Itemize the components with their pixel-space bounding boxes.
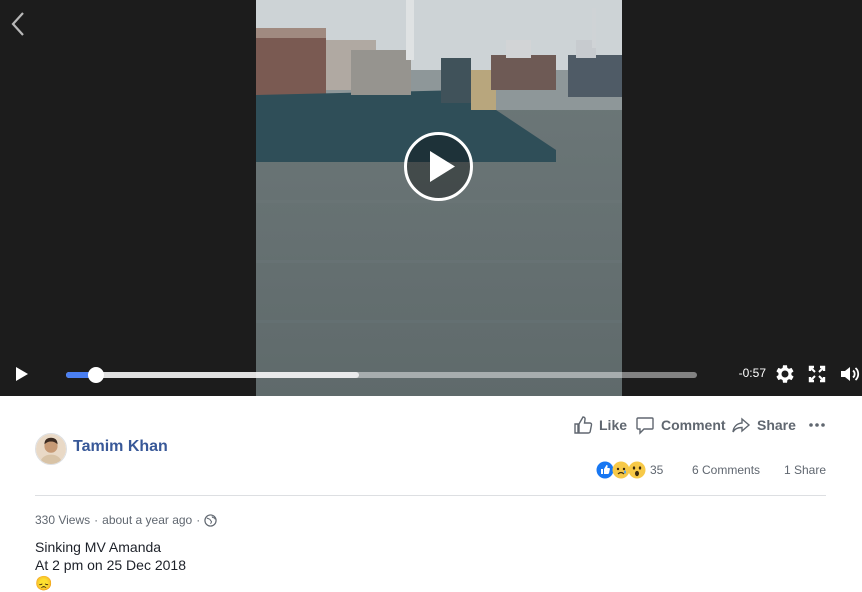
wow-reaction-icon	[628, 461, 646, 479]
comment-button[interactable]: Comment	[635, 413, 726, 437]
post-meta: 330 Views · about a year ago ·	[35, 513, 217, 527]
volume-icon[interactable]	[838, 362, 862, 386]
like-label: Like	[599, 417, 628, 433]
ellipsis-icon	[809, 423, 825, 427]
reactions-count: 35	[650, 463, 664, 477]
more-dots-icon[interactable]	[807, 413, 833, 437]
like-button[interactable]: Like	[573, 413, 627, 437]
video-player[interactable]: -0:57	[0, 0, 862, 396]
comment-icon	[636, 417, 654, 435]
share-label: Share	[757, 417, 796, 433]
thumbs-up-icon	[574, 416, 593, 434]
chevron-left-icon[interactable]	[8, 10, 28, 38]
play-icon[interactable]	[10, 363, 32, 385]
buffered-bar	[66, 372, 360, 378]
progress-bar[interactable]	[66, 367, 697, 383]
meta-separator: ·	[196, 513, 201, 527]
description-line-1: Sinking MV Amanda	[35, 539, 162, 555]
gear-icon[interactable]	[773, 362, 797, 386]
post-description: Sinking MV Amanda At 2 pm on 25 Dec 2018…	[35, 538, 186, 592]
description-line-2: At 2 pm on 25 Dec 2018	[35, 557, 186, 573]
player-controls: -0:57	[0, 355, 862, 393]
avatar[interactable]	[35, 433, 67, 465]
time-remaining: -0:57	[738, 366, 766, 380]
reactions-summary[interactable]: 35	[596, 459, 663, 481]
divider	[35, 495, 826, 496]
meta-separator: ·	[94, 513, 99, 527]
author-name[interactable]: Tamim Khan	[73, 438, 168, 456]
progress-scrubber[interactable]	[88, 367, 105, 383]
share-arrow-icon	[732, 417, 751, 433]
globe-icon[interactable]	[204, 513, 217, 527]
comments-count-link[interactable]: 6 Comments	[692, 463, 760, 477]
views-count: 330 Views	[35, 513, 91, 527]
fullscreen-icon[interactable]	[805, 362, 829, 386]
share-button[interactable]: Share	[731, 413, 796, 437]
post-timestamp[interactable]: about a year ago	[102, 513, 192, 527]
sad-emoji: 😞	[35, 575, 53, 591]
comment-label: Comment	[661, 417, 726, 433]
shares-count-link[interactable]: 1 Share	[784, 463, 826, 477]
play-circle-icon[interactable]	[403, 131, 474, 202]
